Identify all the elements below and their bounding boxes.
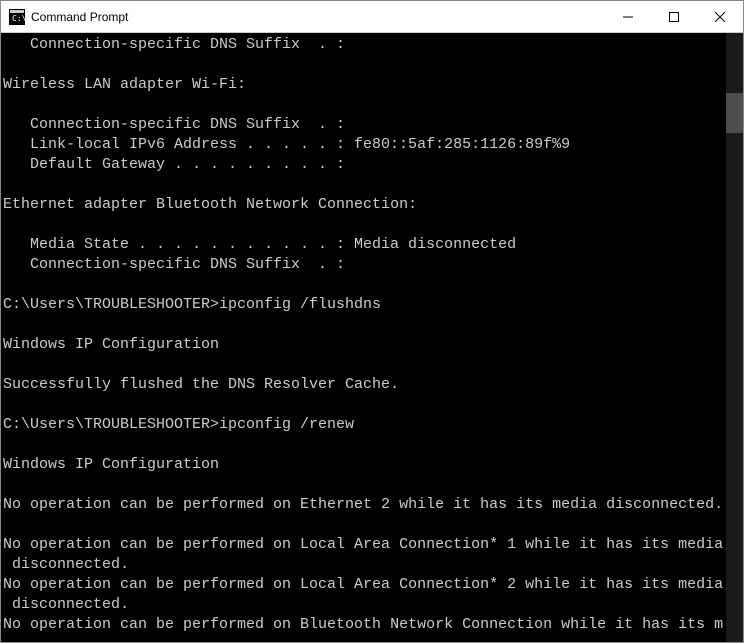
terminal-line (3, 315, 726, 335)
terminal-line: Successfully flushed the DNS Resolver Ca… (3, 375, 726, 395)
terminal-line: Connection-specific DNS Suffix . : (3, 35, 726, 55)
terminal-container: Connection-specific DNS Suffix . : Wirele… (1, 33, 743, 642)
terminal-line: Connection-specific DNS Suffix . : (3, 115, 726, 135)
titlebar[interactable]: C:\ Command Prompt (1, 1, 743, 33)
terminal-line: No operation can be performed on Local A… (3, 575, 726, 595)
terminal-line: Connection-specific DNS Suffix . : (3, 255, 726, 275)
terminal-line (3, 55, 726, 75)
terminal-line (3, 275, 726, 295)
close-button[interactable] (697, 1, 743, 32)
terminal-line (3, 95, 726, 115)
window-controls (605, 1, 743, 32)
terminal-line: No operation can be performed on Bluetoo… (3, 615, 726, 635)
terminal-line: No operation can be performed on Local A… (3, 535, 726, 555)
terminal-line: C:\Users\TROUBLESHOOTER>ipconfig /flushd… (3, 295, 726, 315)
terminal-line: Wireless LAN adapter Wi-Fi: (3, 75, 726, 95)
window-title: Command Prompt (31, 10, 605, 24)
terminal-line (3, 395, 726, 415)
terminal-line: Ethernet adapter Bluetooth Network Conne… (3, 195, 726, 215)
terminal-line: Media State . . . . . . . . . . . : Medi… (3, 235, 726, 255)
terminal-output[interactable]: Connection-specific DNS Suffix . : Wirele… (1, 33, 726, 642)
terminal-line: Windows IP Configuration (3, 335, 726, 355)
terminal-line: Link-local IPv6 Address . . . . . : fe80… (3, 135, 726, 155)
terminal-line (3, 175, 726, 195)
terminal-line: Default Gateway . . . . . . . . . : (3, 155, 726, 175)
terminal-line: Windows IP Configuration (3, 455, 726, 475)
cmd-icon: C:\ (9, 9, 25, 25)
terminal-line (3, 355, 726, 375)
terminal-line (3, 515, 726, 535)
terminal-line: disconnected. (3, 595, 726, 615)
terminal-line: No operation can be performed on Etherne… (3, 495, 726, 515)
svg-text:C:\: C:\ (12, 14, 25, 23)
maximize-button[interactable] (651, 1, 697, 32)
minimize-button[interactable] (605, 1, 651, 32)
terminal-line: disconnected. (3, 555, 726, 575)
scrollbar-thumb[interactable] (726, 93, 743, 133)
terminal-line (3, 435, 726, 455)
scrollbar[interactable] (726, 33, 743, 642)
terminal-line (3, 215, 726, 235)
terminal-line (3, 475, 726, 495)
terminal-line: C:\Users\TROUBLESHOOTER>ipconfig /renew (3, 415, 726, 435)
